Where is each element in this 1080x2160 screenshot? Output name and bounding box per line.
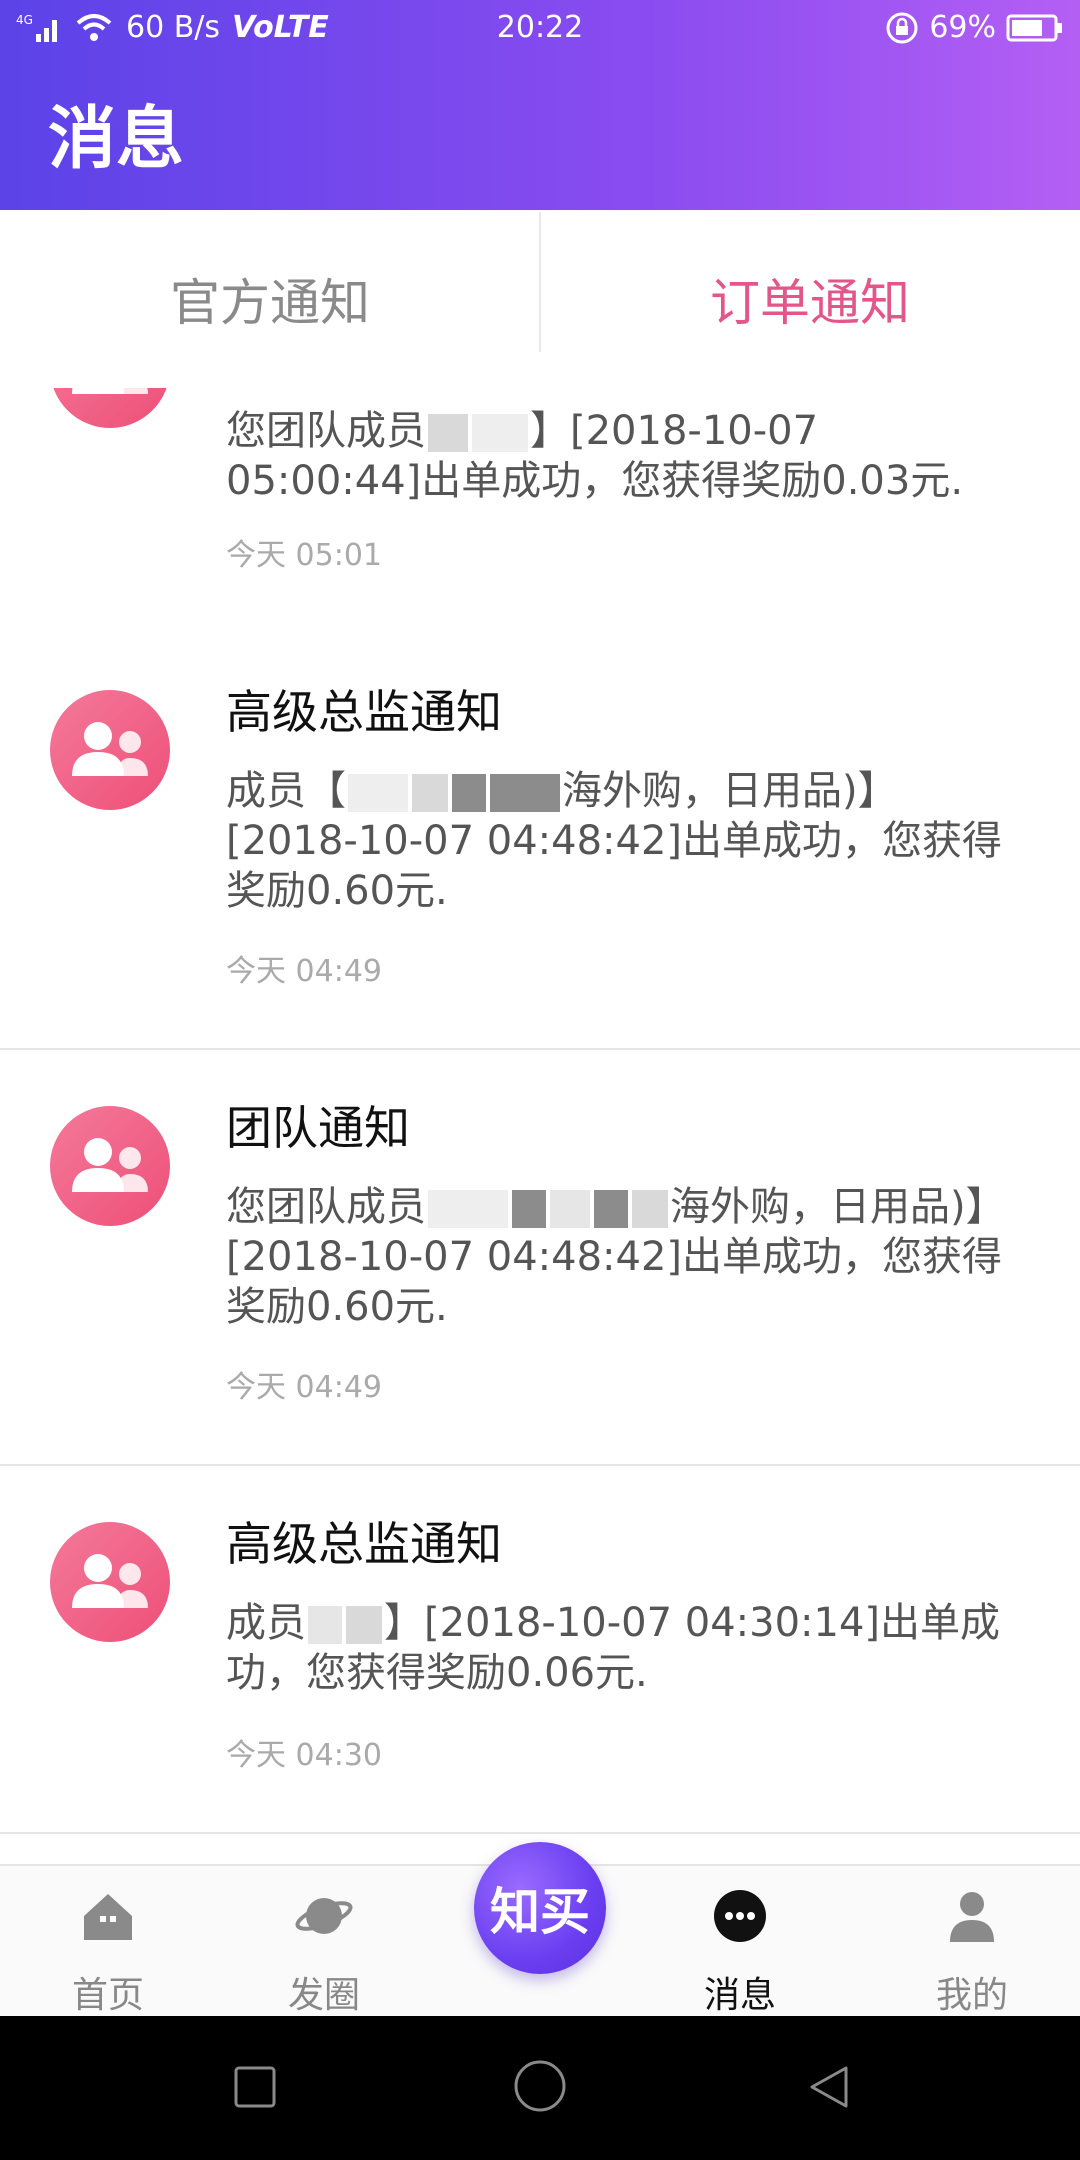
nav-home[interactable]: 首页 xyxy=(8,1866,208,2018)
tab-official[interactable]: 官方通知 xyxy=(0,210,540,388)
message-body: 您团队成员 】[2018-10-07 05:00:44]出单成功，您获得奖励0.0… xyxy=(226,408,964,504)
group-users-icon xyxy=(50,690,170,810)
message-time: 今天 04:49 xyxy=(226,954,382,989)
message-body: 您团队成员 海外购，日用品)】[2018-10-07 04:48:42]出单成功，… xyxy=(226,1184,1006,1330)
home-button-icon[interactable] xyxy=(512,2058,568,2114)
rotation-lock-icon xyxy=(886,12,918,44)
message-body: 成员【 海外购，日用品)】[2018-10-07 04:48:42]出单成功，您获… xyxy=(226,768,1003,914)
nav-messages[interactable]: 消息 xyxy=(640,1866,840,2018)
battery-icon xyxy=(1006,14,1062,42)
planet-icon xyxy=(295,1898,353,1934)
header: 4G 60 B/s VoLTE 20:22 69% 消息 xyxy=(0,0,1080,210)
system-nav-bar xyxy=(0,2016,1080,2160)
tab-divider xyxy=(539,212,541,352)
chat-dots-icon xyxy=(714,1890,766,1942)
list-item[interactable]: 您团队成员 】[2018-10-07 05:00:44]出单成功，您获得奖励0.0… xyxy=(0,388,1080,636)
back-icon[interactable] xyxy=(804,2062,854,2112)
group-users-icon xyxy=(50,1106,170,1226)
center-zhimai-button[interactable]: 知买 xyxy=(474,1842,606,1974)
home-icon xyxy=(84,1894,132,1940)
message-title: 高级总监通知 xyxy=(226,685,502,739)
message-title: 高级总监通知 xyxy=(226,1517,502,1571)
group-users-icon xyxy=(50,388,170,428)
status-bar: 4G 60 B/s VoLTE 20:22 69% xyxy=(0,0,1080,56)
list-item[interactable]: 团队通知 您团队成员 海外购，日用品)】[2018-10-07 04:48:42]… xyxy=(0,1050,1080,1466)
recent-apps-icon[interactable] xyxy=(230,2062,280,2112)
nav-circle[interactable]: 发圈 xyxy=(224,1866,424,2018)
tab-order[interactable]: 订单通知 xyxy=(540,210,1080,388)
message-time: 今天 04:49 xyxy=(226,1370,382,1405)
message-list[interactable]: 您团队成员 】[2018-10-07 05:00:44]出单成功，您获得奖励0.0… xyxy=(0,388,1080,1864)
nav-mine[interactable]: 我的 xyxy=(872,1866,1072,2018)
message-time: 今天 05:01 xyxy=(226,538,382,573)
status-right: 69% xyxy=(885,0,1064,56)
message-time: 今天 04:30 xyxy=(226,1738,382,1773)
page-title: 消息 xyxy=(48,100,185,179)
battery-percent: 69% xyxy=(929,10,996,45)
message-title: 团队通知 xyxy=(226,1101,410,1155)
group-users-icon xyxy=(50,1522,170,1642)
message-body: 成员 】[2018-10-07 04:30:14]出单成功，您获得奖励0.06元. xyxy=(226,1600,1001,1696)
person-icon xyxy=(950,1892,994,1942)
list-item[interactable]: 高级总监通知 成员【 海外购，日用品)】[2018-10-07 04:48:42]… xyxy=(0,634,1080,1050)
list-item[interactable]: 高级总监通知 成员 】[2018-10-07 04:30:14]出单成功，您获得奖… xyxy=(0,1466,1080,1834)
